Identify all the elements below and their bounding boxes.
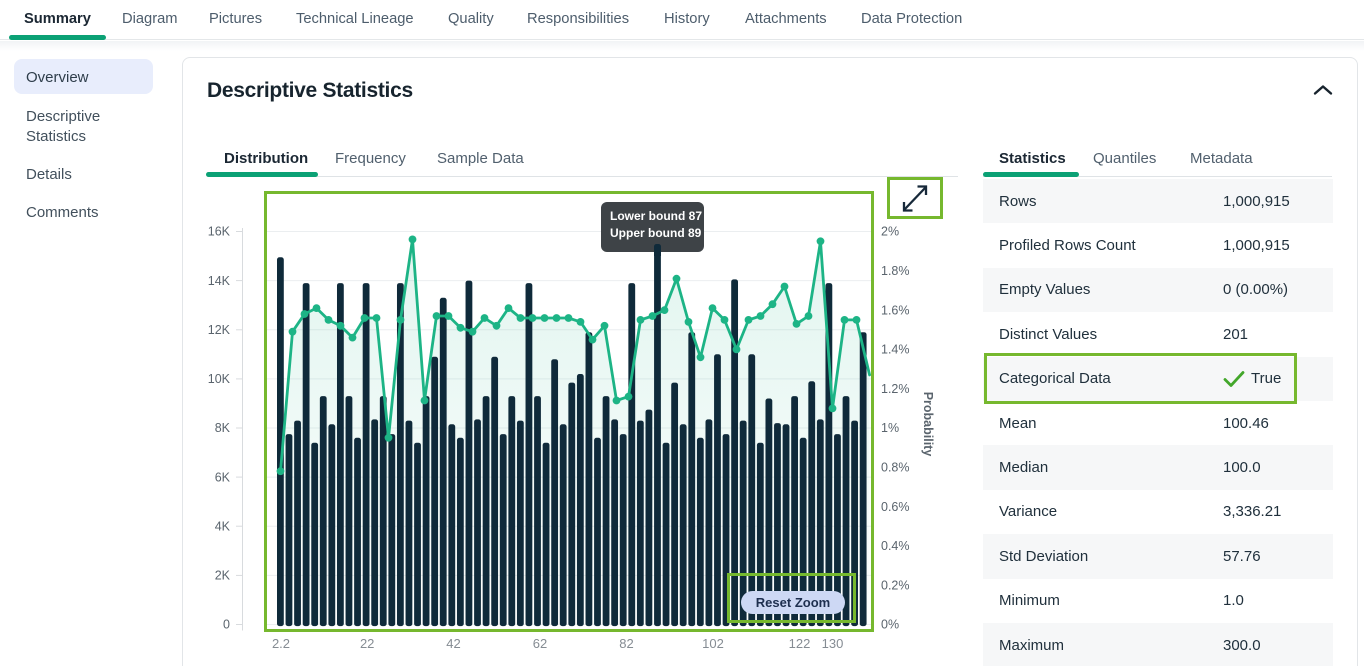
svg-text:2.2: 2.2	[272, 636, 290, 651]
svg-text:0%: 0%	[881, 618, 899, 632]
svg-text:22: 22	[360, 636, 374, 651]
svg-text:4K: 4K	[215, 520, 231, 534]
svg-text:1%: 1%	[881, 421, 899, 435]
svg-text:122: 122	[789, 636, 811, 651]
svg-text:102: 102	[702, 636, 724, 651]
svg-text:0.8%: 0.8%	[881, 461, 910, 475]
svg-text:0.2%: 0.2%	[881, 578, 910, 592]
svg-text:82: 82	[619, 636, 633, 651]
svg-text:1.2%: 1.2%	[881, 382, 910, 396]
svg-text:1.8%: 1.8%	[881, 264, 910, 278]
svg-text:0.6%: 0.6%	[881, 500, 910, 514]
svg-text:1.4%: 1.4%	[881, 343, 910, 357]
svg-text:10K: 10K	[208, 372, 231, 386]
svg-text:0: 0	[223, 618, 230, 632]
svg-text:1.6%: 1.6%	[881, 303, 910, 317]
svg-text:Probability: Probability	[921, 392, 935, 457]
svg-text:130: 130	[822, 636, 844, 651]
svg-text:12K: 12K	[208, 323, 231, 337]
svg-text:0.4%: 0.4%	[881, 539, 910, 553]
svg-text:14K: 14K	[208, 274, 231, 288]
svg-text:16K: 16K	[208, 225, 231, 239]
svg-text:2K: 2K	[215, 569, 231, 583]
svg-text:62: 62	[533, 636, 547, 651]
svg-text:42: 42	[446, 636, 460, 651]
svg-text:8K: 8K	[215, 421, 231, 435]
svg-text:2%: 2%	[881, 225, 899, 239]
svg-text:6K: 6K	[215, 470, 231, 484]
